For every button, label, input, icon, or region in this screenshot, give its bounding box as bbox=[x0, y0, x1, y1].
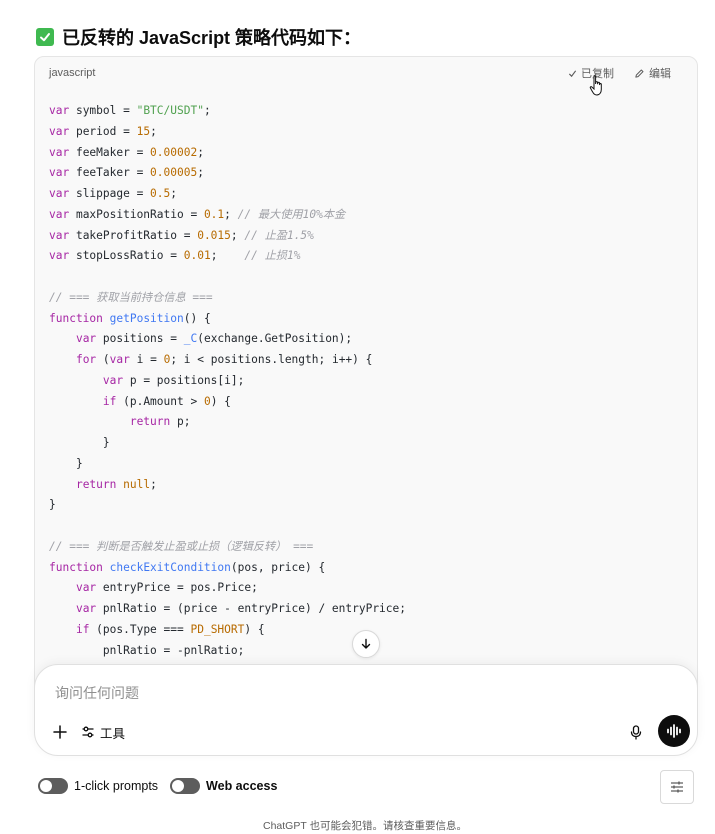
code-line: var p = positions[i]; bbox=[102, 373, 245, 387]
heading-text: 已反转的 JavaScript 策略代码如下： bbox=[62, 28, 362, 48]
response-heading: 已反转的 JavaScript 策略代码如下： bbox=[36, 24, 361, 50]
code-line: } bbox=[49, 456, 83, 470]
code-line: var takeProfitRatio = 0.015; // 止盈1.5% bbox=[49, 228, 314, 242]
code-line: // === 获取当前持仓信息 === bbox=[49, 290, 213, 304]
checkmark-icon bbox=[568, 69, 577, 77]
disclaimer-text: ChatGPT 也可能会犯错。请核查重要信息。 bbox=[263, 820, 467, 832]
code-line: return p; bbox=[129, 415, 191, 429]
scroll-down-button[interactable] bbox=[352, 630, 380, 658]
web-access-label: Web access bbox=[206, 779, 278, 793]
code-line: if (p.Amount > 0) { bbox=[102, 394, 231, 408]
dictate-button[interactable] bbox=[625, 721, 647, 743]
web-access-toggle[interactable] bbox=[170, 778, 201, 794]
composer: 工具 bbox=[34, 664, 698, 756]
add-attachment-button[interactable] bbox=[49, 721, 71, 743]
code-line: pnlRatio = -pnlRatio; bbox=[49, 643, 245, 657]
one-click-prompts-label: 1-click prompts bbox=[74, 779, 159, 793]
code-line: var pnlRatio = (price - entryPrice) / en… bbox=[75, 602, 407, 615]
tools-button[interactable]: 工具 bbox=[81, 721, 125, 743]
code-line: var feeTaker = 0.00005; bbox=[49, 166, 204, 180]
code-block: javascript 已复制 编辑 var symbol = "BTC/USDT… bbox=[34, 56, 698, 698]
sliders-icon bbox=[82, 726, 94, 738]
code-line: } bbox=[49, 498, 56, 512]
code-actions: 已复制 编辑 bbox=[568, 57, 671, 89]
pencil-icon bbox=[635, 69, 644, 78]
code-line: var slippage = 0.5; bbox=[49, 187, 178, 200]
arrow-down-icon bbox=[361, 638, 371, 649]
edit-button[interactable]: 编辑 bbox=[634, 65, 671, 81]
edit-button-label: 编辑 bbox=[649, 68, 671, 80]
code-line: function getPosition() { bbox=[49, 311, 211, 325]
prompt-input[interactable] bbox=[53, 679, 617, 707]
code-line: return null; bbox=[75, 477, 157, 491]
code-line: var stopLossRatio = 0.01; // 止损1% bbox=[49, 249, 301, 263]
code-line: var period = 15; bbox=[49, 124, 157, 138]
plus-icon bbox=[53, 725, 67, 739]
microphone-icon bbox=[630, 724, 642, 740]
code-line: var maxPositionRatio = 0.1; // 最大使用10%本金 bbox=[49, 207, 346, 221]
tools-label: 工具 bbox=[100, 726, 126, 741]
hand-pointer-icon bbox=[589, 75, 602, 96]
code-line: } bbox=[49, 436, 110, 449]
code-content: var symbol = "BTC/USDT"; var period = 15… bbox=[35, 89, 697, 661]
code-language-label: javascript bbox=[49, 67, 96, 79]
code-line: var feeMaker = 0.00002; bbox=[49, 145, 204, 159]
sliders-icon bbox=[671, 781, 683, 793]
settings-button[interactable] bbox=[660, 770, 694, 804]
code-line: var entryPrice = pos.Price; bbox=[75, 581, 258, 595]
code-header: javascript 已复制 编辑 bbox=[35, 57, 697, 96]
code-line: for (var i = 0; i < positions.length; i+… bbox=[75, 353, 373, 366]
sound-wave-icon bbox=[667, 724, 681, 738]
code-line: function checkExitCondition(pos, price) … bbox=[49, 560, 326, 574]
code-line: var symbol = "BTC/USDT"; bbox=[49, 104, 211, 117]
voice-mode-button[interactable] bbox=[658, 715, 690, 747]
one-click-prompts-toggle[interactable] bbox=[38, 778, 68, 794]
code-line: if (pos.Type === PD_SHORT) { bbox=[75, 622, 265, 636]
toggle-row: 1-click prompts Web access bbox=[38, 776, 283, 796]
check-box-icon bbox=[36, 28, 54, 46]
code-line: var positions = _C(exchange.GetPosition)… bbox=[75, 332, 353, 346]
code-line: // === 判断是否触发止盈或止损（逻辑反转） === bbox=[49, 539, 314, 553]
